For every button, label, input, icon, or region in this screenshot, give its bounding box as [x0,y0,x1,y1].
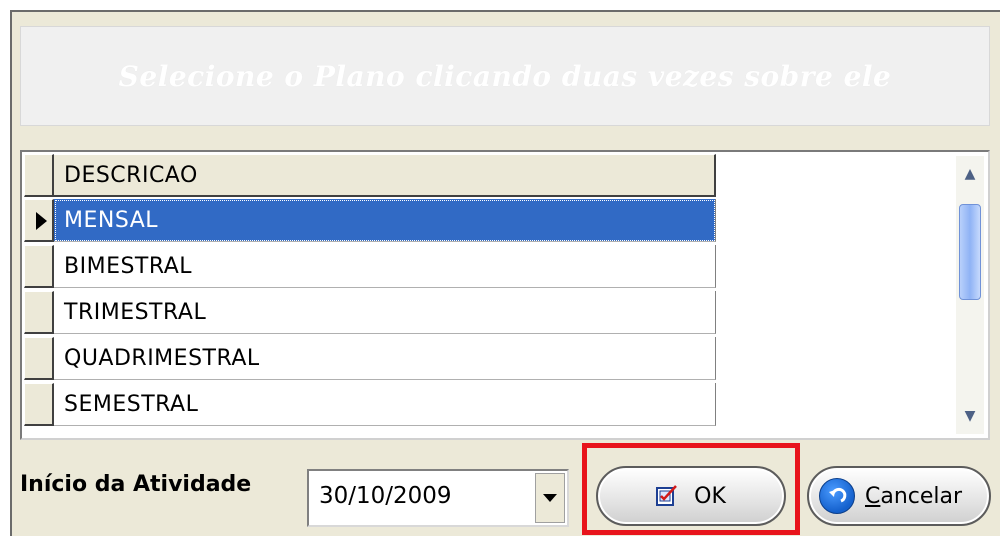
start-date-label: Início da Atividade [20,472,252,497]
scroll-down-icon[interactable]: ▼ [956,398,984,434]
grid-cell-trimestral[interactable]: TRIMESTRAL [54,291,716,334]
current-row-arrow-icon [36,212,47,230]
grid-cell-mensal[interactable]: MENSAL [54,199,716,242]
row-indicator[interactable] [24,337,54,380]
instruction-banner: Selecione o Plano clicando duas vezes so… [20,26,990,126]
date-dropdown-button[interactable] [535,473,565,523]
ok-highlight-box [582,443,800,535]
cancel-button-label: Cancelar [865,483,963,509]
scroll-up-icon[interactable]: ▲ [956,156,984,192]
table-row[interactable]: QUADRIMESTRAL [24,337,716,380]
start-date-value[interactable]: 30/10/2009 [319,483,452,509]
vertical-scrollbar[interactable]: ▲ ▼ [956,156,984,434]
row-indicator-header [24,154,54,197]
grid-cell-quadrimestral[interactable]: QUADRIMESTRAL [54,337,716,380]
plan-grid[interactable]: DESCRICAO MENSAL BIMESTRAL TRIMESTRAL QU… [20,150,990,440]
table-row[interactable]: SEMESTRAL [24,383,716,426]
grid-cell-bimestral[interactable]: BIMESTRAL [54,245,716,288]
column-header-descricao[interactable]: DESCRICAO [54,154,716,197]
table-row[interactable]: BIMESTRAL [24,245,716,288]
grid-cell-semestral[interactable]: SEMESTRAL [54,383,716,426]
row-indicator[interactable] [24,199,54,242]
grid-header-row: DESCRICAO [24,154,716,197]
row-indicator[interactable] [24,291,54,334]
instruction-text: Selecione o Plano clicando duas vezes so… [118,59,892,93]
row-indicator[interactable] [24,245,54,288]
table-row[interactable]: MENSAL [24,199,716,242]
table-row[interactable]: TRIMESTRAL [24,291,716,334]
start-date-picker[interactable]: 30/10/2009 [307,469,569,527]
chevron-down-icon [543,494,557,502]
undo-arrow-icon [819,478,855,514]
scrollbar-thumb[interactable] [959,204,981,300]
cancel-button[interactable]: Cancelar [807,466,991,526]
row-indicator[interactable] [24,383,54,426]
